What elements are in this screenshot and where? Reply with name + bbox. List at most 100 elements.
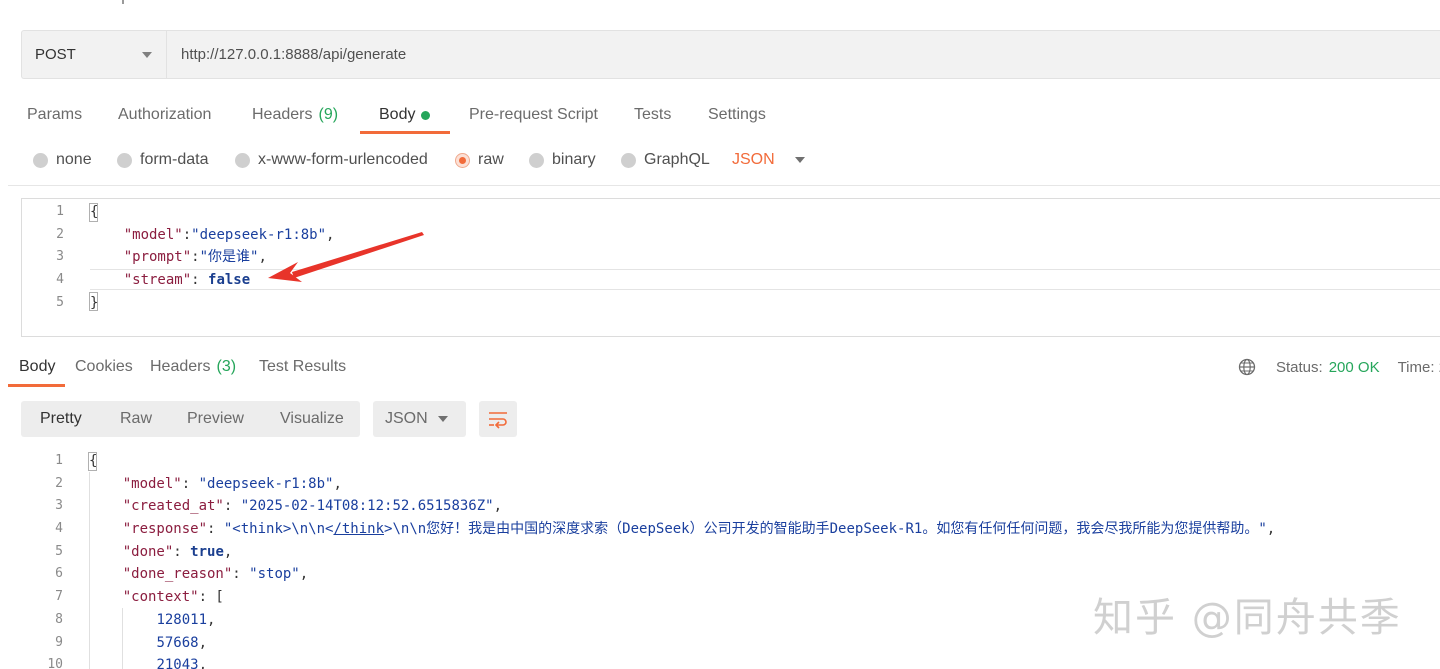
radio-icon: [529, 152, 544, 168]
status-value: 200 OK: [1328, 358, 1380, 376]
radio-none[interactable]: none: [33, 145, 92, 175]
resp-tab-body[interactable]: Body: [19, 352, 55, 382]
line-number: 5: [56, 294, 64, 310]
view-raw[interactable]: Raw: [120, 401, 152, 437]
tab-label: Tests: [634, 106, 672, 123]
tab-count: (9): [318, 106, 339, 123]
code-line: 5}: [22, 292, 1440, 315]
code-line: 4 "response": "<think>\n\n</think>\n\n您好…: [21, 518, 1440, 541]
line-number: 9: [55, 634, 63, 650]
response-status: Status: 200 OK Time: 2: [1238, 352, 1440, 382]
json-string: "你是谁": [199, 249, 259, 266]
resp-tab-cookies[interactable]: Cookies: [75, 352, 133, 382]
json-key: "model": [123, 226, 183, 243]
json-string: "stop": [249, 566, 300, 583]
line-number: 6: [55, 566, 63, 582]
active-tab-underline: [8, 384, 65, 387]
tab-count: (3): [216, 358, 237, 375]
radio-raw[interactable]: raw: [455, 145, 504, 175]
url-input[interactable]: http://127.0.0.1:8888/api/generate: [181, 31, 406, 78]
top-strip: [0, 0, 1440, 6]
line-number: 3: [55, 498, 63, 514]
radio-x-www-form-urlencoded[interactable]: x-www-form-urlencoded: [235, 145, 428, 175]
code-line: 5 "done": true,: [21, 541, 1440, 564]
resp-tab-test-results[interactable]: Test Results: [259, 352, 346, 382]
active-tab-underline: [360, 131, 450, 134]
response-format-select[interactable]: JSON: [373, 401, 466, 437]
line-number: 2: [56, 226, 64, 242]
tab-label: Settings: [708, 106, 766, 123]
tab-body[interactable]: Body: [379, 96, 431, 134]
json-key: "done": [122, 543, 174, 560]
watermark: 知乎 @同舟共季: [1093, 595, 1402, 641]
code-line: 3 "prompt":"你是谁",: [22, 246, 1440, 269]
time-label: Time: 2: [1397, 358, 1440, 376]
line-number: 4: [55, 521, 63, 537]
chevron-down-icon: [794, 157, 805, 163]
request-body-editor[interactable]: 1{ 2 "model":"deepseek-r1:8b", 3 "prompt…: [21, 198, 1440, 337]
radio-graphql[interactable]: GraphQL: [621, 145, 710, 175]
view-pretty[interactable]: Pretty: [40, 401, 82, 437]
radio-form-data[interactable]: form-data: [117, 145, 208, 175]
line-number: 1: [56, 204, 64, 219]
json-boolean: true: [190, 543, 224, 560]
code-line: 2 "model": "deepseek-r1:8b",: [21, 473, 1440, 496]
code-line: 6 "done_reason": "stop",: [21, 563, 1440, 586]
json-key: "stream": [123, 272, 192, 289]
radio-selected-icon: [455, 152, 470, 168]
red-arrow-icon: [268, 232, 424, 282]
tab-label: Cookies: [75, 358, 133, 375]
code-line: 3 "created_at": "2025-02-14T08:12:52.651…: [21, 495, 1440, 518]
radio-label: binary: [552, 151, 596, 168]
code-line: 4 "stream": false: [22, 269, 1440, 292]
radio-label: form-data: [140, 151, 209, 168]
resp-tab-headers[interactable]: Headers (3): [150, 352, 236, 382]
body-format-select[interactable]: JSON: [732, 145, 805, 175]
tab-tests[interactable]: Tests: [634, 96, 671, 134]
line-number: 1: [55, 453, 63, 468]
json-key: "created_at": [122, 498, 224, 515]
tab-label: Authorization: [118, 106, 212, 123]
line-number: 3: [56, 249, 64, 265]
json-boolean: false: [208, 272, 251, 289]
status-label: Status:: [1276, 358, 1323, 376]
json-string-link[interactable]: /think: [333, 521, 384, 537]
view-mode-group: Pretty Raw Preview Visualize: [21, 401, 360, 437]
json-string: "2025-02-14T08:12:52.6515836Z": [240, 498, 494, 515]
code-line: 1{: [21, 450, 1440, 473]
radio-label: x-www-form-urlencoded: [258, 151, 428, 168]
radio-binary[interactable]: binary: [529, 145, 596, 175]
json-number: 21043: [156, 657, 199, 669]
tab-params[interactable]: Params: [27, 96, 82, 134]
method-select[interactable]: POST: [22, 31, 167, 78]
tab-label: Params: [27, 106, 83, 123]
chevron-down-icon: [142, 52, 152, 58]
code-line: 2 "model":"deepseek-r1:8b",: [22, 224, 1440, 247]
radio-icon: [117, 152, 132, 168]
view-preview[interactable]: Preview: [187, 401, 244, 437]
json-key: "done_reason": [122, 566, 233, 583]
tab-settings[interactable]: Settings: [708, 96, 766, 134]
json-number: 57668: [156, 634, 199, 651]
tab-authorization[interactable]: Authorization: [118, 96, 211, 134]
tab-label: Headers: [150, 358, 211, 375]
json-key: "response": [122, 521, 208, 538]
request-tabs: Params Authorization Headers (9) Body Pre…: [0, 96, 1440, 136]
body-type-group: none form-data x-www-form-urlencoded raw…: [0, 145, 1440, 175]
radio-icon: [33, 152, 48, 168]
json-key: "model": [122, 475, 182, 492]
format-label: JSON: [385, 410, 428, 427]
code-line: 10 21043,: [21, 654, 1440, 669]
radio-label: GraphQL: [644, 151, 710, 168]
radio-icon: [235, 152, 250, 168]
tab-label: Test Results: [259, 358, 347, 375]
json-string: "<think>\n\n<: [223, 521, 334, 538]
tab-headers[interactable]: Headers (9): [252, 96, 338, 134]
url-bar: POST http://127.0.0.1:8888/api/generate: [21, 30, 1440, 79]
wrap-lines-button[interactable]: [479, 401, 517, 437]
globe-icon[interactable]: [1238, 358, 1256, 376]
view-visualize[interactable]: Visualize: [280, 401, 344, 437]
line-number: 10: [47, 657, 63, 669]
tab-pre-request-script[interactable]: Pre-request Script: [469, 96, 598, 134]
modified-dot-icon: [421, 110, 431, 120]
